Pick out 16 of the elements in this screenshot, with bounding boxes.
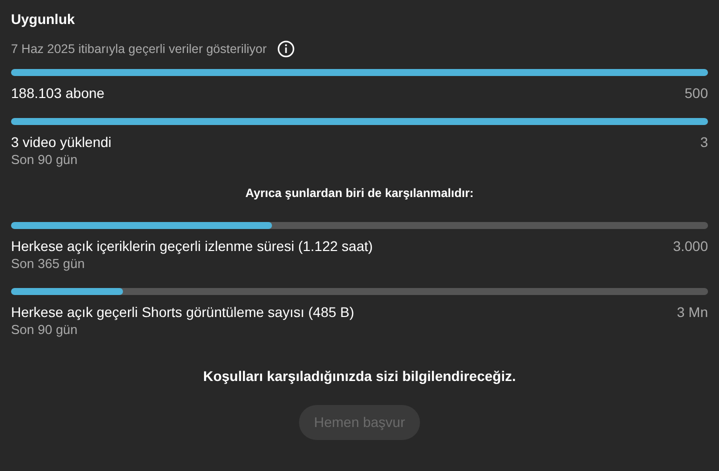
period-text: Son 90 gün: [11, 152, 79, 168]
period-text: Son 90 gün: [11, 322, 79, 338]
requirement-heading: Ayrıca şunlardan biri de karşılanmalıdır:: [244, 185, 475, 200]
target-value: 3 Mn: [676, 303, 708, 321]
period-text: Son 365 gün: [11, 256, 86, 272]
requirement-label: 3 video yüklendi: [11, 133, 112, 151]
section-title: Uygunluk: [11, 10, 76, 29]
requirement-label: Herkese açık geçerli Shorts görüntüleme sayısı (485 B): [11, 303, 354, 321]
requirement-label: 188.103 abone: [11, 84, 104, 102]
target-value: 3: [700, 133, 708, 151]
target-value: 3.000: [672, 237, 708, 255]
notice-text: Koşulları karşıladığınızda sizi bilgilendireceğiz.: [202, 367, 517, 386]
info-icon[interactable]: [276, 40, 295, 58]
requirement-label: Herkese açık içeriklerin geçerli izlenme süresi (1.122 saat): [11, 237, 373, 255]
data-date-note: 7 Haz 2025 itibarıyla geçerli veriler gösteriliyor: [11, 40, 267, 58]
target-value: 500: [684, 84, 708, 102]
